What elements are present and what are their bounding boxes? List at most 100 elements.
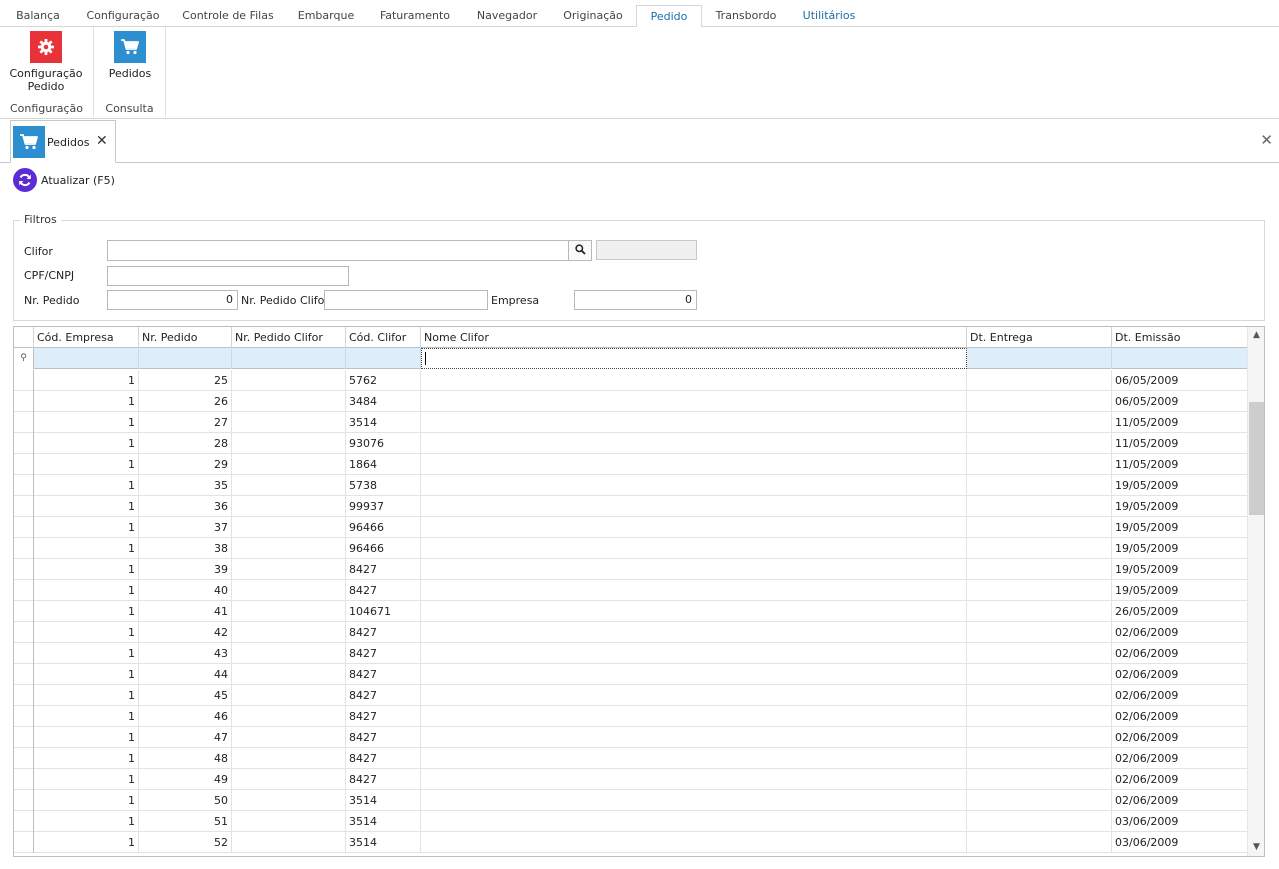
cell-cod-clifor[interactable]: 104671 (346, 601, 421, 622)
table-row[interactable]: 1 35 5738 19/05/2009 (14, 475, 1248, 496)
tab-originacao[interactable]: Originação (556, 5, 630, 27)
cell-cod-clifor[interactable]: 3514 (346, 832, 421, 853)
cell-nr-pedido[interactable]: 44 (139, 664, 232, 685)
column-header-dt-emissao[interactable]: Dt. Emissão (1112, 327, 1248, 348)
row-indicator[interactable] (14, 433, 34, 454)
cell-dt-emissao[interactable]: 02/06/2009 (1112, 790, 1248, 811)
tab-navegador[interactable]: Navegador (468, 5, 546, 27)
cell-nr-pedido[interactable]: 28 (139, 433, 232, 454)
cell-nome-clifor[interactable] (421, 370, 967, 391)
cell-cod-clifor[interactable]: 5762 (346, 370, 421, 391)
scroll-down-icon[interactable]: ▼ (1248, 839, 1264, 856)
nr-pedido-input[interactable]: 0 (107, 290, 238, 310)
cell-cod-empresa[interactable]: 1 (34, 412, 139, 433)
cell-dt-entrega[interactable] (967, 706, 1112, 727)
tab-faturamento[interactable]: Faturamento (372, 5, 458, 27)
cell-nr-pedido[interactable]: 46 (139, 706, 232, 727)
cell-nr-pedido-clifor[interactable] (232, 790, 346, 811)
row-indicator[interactable] (14, 538, 34, 559)
cell-dt-entrega[interactable] (967, 370, 1112, 391)
cell-cod-clifor[interactable]: 3514 (346, 412, 421, 433)
cell-dt-entrega[interactable] (967, 769, 1112, 790)
cell-dt-emissao[interactable]: 11/05/2009 (1112, 412, 1248, 433)
table-row[interactable]: 1 42 8427 02/06/2009 (14, 622, 1248, 643)
pedidos-button[interactable]: Pedidos (102, 31, 158, 80)
table-row[interactable]: 1 27 3514 11/05/2009 (14, 412, 1248, 433)
cell-cod-empresa[interactable]: 1 (34, 769, 139, 790)
close-tab-icon[interactable]: ✕ (96, 133, 108, 149)
column-header-nr-pedido-clifor[interactable]: Nr. Pedido Clifor (232, 327, 346, 348)
cell-cod-clifor[interactable]: 8427 (346, 685, 421, 706)
cell-dt-emissao[interactable]: 06/05/2009 (1112, 391, 1248, 412)
cell-dt-entrega[interactable] (967, 790, 1112, 811)
cell-dt-entrega[interactable] (967, 622, 1112, 643)
filter-cell-nome-clifor[interactable] (421, 348, 967, 369)
cell-dt-emissao[interactable]: 02/06/2009 (1112, 769, 1248, 790)
row-indicator[interactable] (14, 391, 34, 412)
cell-nome-clifor[interactable] (421, 727, 967, 748)
cell-cod-empresa[interactable]: 1 (34, 748, 139, 769)
cell-cod-empresa[interactable]: 1 (34, 643, 139, 664)
cell-nome-clifor[interactable] (421, 748, 967, 769)
cell-dt-emissao[interactable]: 11/05/2009 (1112, 454, 1248, 475)
table-row[interactable]: 1 48 8427 02/06/2009 (14, 748, 1248, 769)
cell-cod-empresa[interactable]: 1 (34, 790, 139, 811)
column-header-cod-clifor[interactable]: Cód. Clifor (346, 327, 421, 348)
cell-dt-emissao[interactable]: 19/05/2009 (1112, 559, 1248, 580)
cell-dt-emissao[interactable]: 02/06/2009 (1112, 664, 1248, 685)
cell-nome-clifor[interactable] (421, 559, 967, 580)
column-header-nome-clifor[interactable]: Nome Clifor (421, 327, 967, 348)
cell-cod-clifor[interactable]: 8427 (346, 769, 421, 790)
cell-cod-clifor[interactable]: 3514 (346, 811, 421, 832)
cell-dt-emissao[interactable]: 02/06/2009 (1112, 727, 1248, 748)
row-indicator[interactable] (14, 517, 34, 538)
cell-dt-entrega[interactable] (967, 727, 1112, 748)
table-row[interactable]: 1 28 93076 11/05/2009 (14, 433, 1248, 454)
cell-dt-entrega[interactable] (967, 832, 1112, 853)
cell-dt-entrega[interactable] (967, 475, 1112, 496)
cell-nr-pedido-clifor[interactable] (232, 748, 346, 769)
row-indicator[interactable] (14, 790, 34, 811)
cell-dt-emissao[interactable]: 26/05/2009 (1112, 601, 1248, 622)
row-indicator[interactable] (14, 454, 34, 475)
cell-dt-emissao[interactable]: 02/06/2009 (1112, 685, 1248, 706)
cell-nome-clifor[interactable] (421, 622, 967, 643)
cell-nr-pedido-clifor[interactable] (232, 832, 346, 853)
row-indicator[interactable] (14, 580, 34, 601)
tab-pedido[interactable]: Pedido (636, 5, 702, 28)
table-row[interactable]: 1 47 8427 02/06/2009 (14, 727, 1248, 748)
table-row[interactable]: 1 43 8427 02/06/2009 (14, 643, 1248, 664)
cell-nr-pedido-clifor[interactable] (232, 454, 346, 475)
cell-cod-clifor[interactable]: 8427 (346, 664, 421, 685)
cell-cod-empresa[interactable]: 1 (34, 475, 139, 496)
cell-nr-pedido-clifor[interactable] (232, 769, 346, 790)
cell-dt-entrega[interactable] (967, 391, 1112, 412)
cell-nr-pedido[interactable]: 50 (139, 790, 232, 811)
cell-nr-pedido-clifor[interactable] (232, 622, 346, 643)
cell-nr-pedido[interactable]: 25 (139, 370, 232, 391)
cell-cod-empresa[interactable]: 1 (34, 832, 139, 853)
row-indicator[interactable] (14, 496, 34, 517)
cell-nr-pedido-clifor[interactable] (232, 685, 346, 706)
cell-nr-pedido[interactable]: 47 (139, 727, 232, 748)
table-row[interactable]: 1 36 99937 19/05/2009 (14, 496, 1248, 517)
cell-nr-pedido-clifor[interactable] (232, 643, 346, 664)
column-header-nr-pedido[interactable]: Nr. Pedido (139, 327, 232, 348)
cell-cod-empresa[interactable]: 1 (34, 391, 139, 412)
cell-nr-pedido-clifor[interactable] (232, 475, 346, 496)
cell-nr-pedido[interactable]: 36 (139, 496, 232, 517)
cell-nome-clifor[interactable] (421, 685, 967, 706)
column-header-cod-empresa[interactable]: Cód. Empresa (34, 327, 139, 348)
cell-cod-clifor[interactable]: 8427 (346, 706, 421, 727)
cell-cod-clifor[interactable]: 93076 (346, 433, 421, 454)
cell-nr-pedido-clifor[interactable] (232, 580, 346, 601)
table-row[interactable]: 1 29 1864 11/05/2009 (14, 454, 1248, 475)
tab-utilitarios[interactable]: Utilitários (794, 5, 864, 27)
cell-nome-clifor[interactable] (421, 496, 967, 517)
cell-dt-emissao[interactable]: 19/05/2009 (1112, 580, 1248, 601)
cell-dt-entrega[interactable] (967, 748, 1112, 769)
cell-nome-clifor[interactable] (421, 517, 967, 538)
cell-nome-clifor[interactable] (421, 475, 967, 496)
cell-cod-clifor[interactable]: 99937 (346, 496, 421, 517)
nr-pedido-clifor-input[interactable] (324, 290, 488, 310)
